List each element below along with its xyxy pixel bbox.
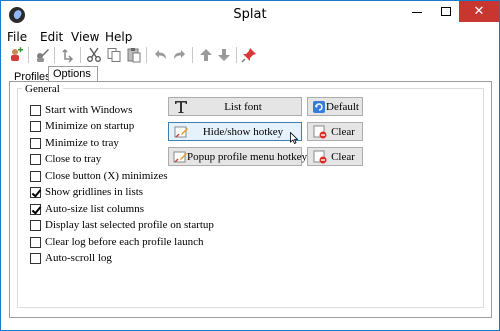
edit-profile-icon — [37, 49, 49, 62]
clear-log-option[interactable]: Clear log before each profile launch — [30, 235, 204, 249]
hide-show-hotkey-button[interactable]: Hide/show hotkey — [168, 122, 302, 141]
menu-bar: File Edit View Help — [1, 30, 499, 44]
move-up-icon — [200, 49, 212, 61]
minimize-icon — [412, 12, 422, 13]
checkbox-label: Minimize on startup — [45, 120, 135, 132]
close-button-minimizes-option[interactable]: Close button (X) minimizes — [30, 169, 168, 183]
checkbox-label: Minimize to tray — [45, 137, 119, 149]
show-gridlines-option[interactable]: Show gridlines in lists — [30, 185, 143, 199]
redo-icon — [174, 50, 185, 59]
app-window: Splat ✕ File Edit View Help Profiles Opt… — [0, 0, 500, 331]
general-legend: General — [22, 83, 63, 95]
duplicate-profile-button[interactable] — [59, 46, 77, 64]
add-profile-button[interactable] — [7, 46, 25, 64]
minimize-on-startup-option[interactable]: Minimize on startup — [30, 119, 134, 133]
paste-icon — [127, 48, 141, 63]
display-last-profile-option[interactable]: Display last selected profile on startup — [30, 218, 214, 232]
checkbox-label: Auto-size list columns — [45, 203, 144, 215]
default-label: Default — [326, 100, 359, 113]
checkbox-label: Show gridlines in lists — [45, 186, 144, 198]
checkbox-label: Display last selected profile on startup — [45, 219, 214, 231]
checkbox-label: Close button (X) minimizes — [45, 170, 168, 182]
menu-edit[interactable]: Edit — [40, 30, 63, 44]
minimize-button[interactable] — [403, 1, 431, 22]
general-group: General Start with Windows Minimize on s… — [17, 83, 484, 308]
clear-log-checkbox[interactable] — [30, 236, 41, 248]
minimize-on-startup-checkbox[interactable] — [30, 120, 41, 132]
toolbar — [1, 44, 499, 66]
edit-profile-button[interactable] — [33, 46, 51, 64]
maximize-icon — [441, 7, 451, 16]
close-button[interactable]: ✕ — [459, 1, 499, 22]
menu-help[interactable]: Help — [105, 30, 132, 44]
show-gridlines-checkbox[interactable] — [30, 186, 41, 198]
title-bar[interactable]: Splat ✕ — [1, 1, 499, 30]
list-font-label: List font — [224, 100, 262, 113]
clear-icon — [312, 124, 328, 140]
start-with-windows-checkbox[interactable] — [30, 104, 41, 116]
close-button-minimizes-checkbox[interactable] — [30, 170, 41, 182]
paste-button[interactable] — [125, 46, 143, 64]
undo-button[interactable] — [151, 46, 169, 64]
move-up-button[interactable] — [197, 46, 215, 64]
copy-icon — [107, 48, 121, 62]
checkbox-label: Auto-scroll log — [45, 252, 112, 264]
font-icon — [173, 99, 189, 115]
close-icon: ✕ — [473, 4, 485, 19]
checkbox-label: Start with Windows — [45, 104, 133, 116]
auto-scroll-log-option[interactable]: Auto-scroll log — [30, 251, 112, 265]
add-profile-icon — [11, 47, 23, 61]
options-panel: General Start with Windows Minimize on s… — [9, 81, 492, 318]
minimize-to-tray-option[interactable]: Minimize to tray — [30, 136, 119, 150]
checkbox-label: Clear log before each profile launch — [45, 236, 204, 248]
hide-show-hotkey-label: Hide/show hotkey — [202, 125, 284, 138]
move-down-icon — [218, 49, 230, 61]
maximize-button[interactable] — [432, 1, 460, 22]
close-to-tray-option[interactable]: Close to tray — [30, 152, 101, 166]
clear-label: Clear — [331, 150, 355, 163]
display-last-profile-checkbox[interactable] — [30, 219, 41, 231]
hotkey-icon — [173, 124, 189, 140]
move-down-button[interactable] — [215, 46, 233, 64]
cut-icon — [87, 47, 101, 62]
list-font-button[interactable]: List font — [168, 97, 302, 116]
popup-hotkey-label: Popup profile menu hotkey — [187, 150, 308, 163]
clear-label: Clear — [331, 125, 355, 138]
cut-button[interactable] — [85, 46, 103, 64]
start-with-windows-option[interactable]: Start with Windows — [30, 103, 132, 117]
popup-profile-menu-hotkey-button[interactable]: Popup profile menu hotkey — [168, 147, 307, 166]
auto-size-columns-option[interactable]: Auto-size list columns — [30, 202, 144, 216]
clear-popup-hotkey-button[interactable]: Clear — [307, 147, 363, 166]
clear-icon — [312, 149, 328, 165]
clear-hide-show-hotkey-button[interactable]: Clear — [307, 122, 363, 141]
redo-button[interactable] — [171, 46, 189, 64]
menu-file[interactable]: File — [7, 30, 27, 44]
minimize-to-tray-checkbox[interactable] — [30, 137, 41, 149]
mouse-cursor-icon — [290, 132, 298, 144]
undo-icon — [155, 50, 166, 59]
menu-view[interactable]: View — [71, 30, 99, 44]
duplicate-profile-icon — [62, 48, 74, 63]
default-font-button[interactable]: Default — [307, 97, 363, 116]
default-icon — [312, 99, 326, 115]
pin-icon — [241, 48, 256, 63]
close-to-tray-checkbox[interactable] — [30, 153, 41, 165]
auto-scroll-log-checkbox[interactable] — [30, 252, 41, 264]
pin-button[interactable] — [240, 46, 258, 64]
checkbox-label: Close to tray — [45, 153, 102, 165]
hotkey-icon — [173, 149, 187, 165]
auto-size-columns-checkbox[interactable] — [30, 203, 41, 215]
copy-button[interactable] — [105, 46, 123, 64]
